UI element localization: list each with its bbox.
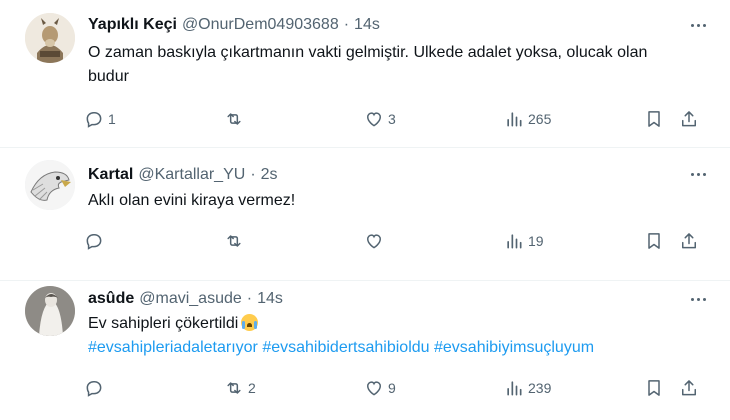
more-icon[interactable] [686, 18, 710, 32]
reply-button[interactable] [84, 230, 108, 252]
user-handle[interactable]: @Kartallar_YU [138, 166, 245, 184]
reply-button[interactable]: 1 [84, 108, 116, 130]
timestamp[interactable]: 14s [354, 16, 380, 34]
bookmark-button[interactable] [644, 377, 664, 399]
view-count: 19 [528, 233, 544, 249]
separator-dot: · [250, 166, 256, 183]
retweet-count: 2 [248, 380, 256, 396]
views-icon [507, 112, 522, 127]
tweet[interactable]: asûde @mavi_asude · 14s Ev sahipleri çök… [0, 281, 730, 420]
hashtag-links[interactable]: #evsahipleriadaletarıyor #evsahibidertsa… [88, 336, 690, 360]
bookmark-icon [648, 233, 660, 249]
tweet-header: Yapıklı Keçi @OnurDem04903688 · 14s [88, 14, 380, 36]
retweet-icon [227, 113, 241, 125]
views-icon [507, 381, 522, 396]
like-button[interactable]: 3 [364, 108, 396, 130]
retweet-button[interactable] [224, 108, 248, 130]
reply-button[interactable] [84, 377, 108, 399]
more-icon[interactable] [686, 292, 710, 306]
avatar[interactable] [25, 286, 75, 336]
share-icon [682, 380, 696, 396]
tweet-text-block: Ev sahipleri çökertildi #evsahipleriadal… [88, 312, 690, 360]
tweet-text: Ev sahipleri çökertildi [88, 315, 239, 332]
display-name[interactable]: Kartal [88, 166, 133, 184]
like-button[interactable] [364, 230, 388, 252]
like-count: 9 [388, 380, 396, 396]
tweet[interactable]: Yapıklı Keçi @OnurDem04903688 · 14s O za… [0, 0, 730, 148]
action-bar: 1 3 265 [84, 108, 710, 130]
avatar[interactable] [25, 160, 75, 210]
separator-dot: · [246, 290, 253, 307]
like-button[interactable]: 9 [364, 377, 396, 399]
tweet-text: Aklı olan evini kiraya vermez! [88, 192, 296, 209]
share-button[interactable] [679, 377, 699, 399]
tweet[interactable]: Kartal @Kartallar_YU · 2s Aklı olan evin… [0, 148, 730, 281]
avatar[interactable] [25, 13, 75, 63]
user-handle[interactable]: @OnurDem04903688 [182, 16, 339, 34]
bookmark-button[interactable] [644, 230, 664, 252]
heart-icon [366, 234, 382, 249]
retweet-icon [227, 235, 241, 247]
timestamp[interactable]: 2s [261, 166, 278, 184]
timestamp[interactable]: 14s [257, 290, 283, 308]
tweet-text: O zaman baskıyla çıkartmanın vakti gelmi… [88, 44, 648, 85]
display-name[interactable]: asûde [88, 290, 134, 308]
bookmark-icon [648, 111, 660, 127]
view-count: 265 [528, 111, 552, 127]
heart-icon [366, 381, 382, 396]
share-button[interactable] [679, 230, 699, 252]
view-count: 239 [528, 380, 552, 396]
crying-face-emoji [241, 314, 259, 331]
reply-icon [86, 234, 102, 250]
reply-icon [86, 381, 102, 397]
more-icon[interactable] [686, 167, 710, 181]
retweet-button[interactable] [224, 230, 248, 252]
retweet-button[interactable]: 2 [224, 377, 256, 399]
heart-icon [366, 112, 382, 127]
tweet-header: asûde @mavi_asude · 14s [88, 288, 283, 310]
user-handle[interactable]: @mavi_asude [139, 290, 242, 308]
bookmark-icon [648, 380, 660, 396]
separator-dot: · [343, 16, 350, 33]
reply-count: 1 [108, 111, 116, 127]
reply-icon [86, 112, 102, 128]
tweet-header: Kartal @Kartallar_YU · 2s [88, 164, 278, 186]
like-count: 3 [388, 111, 396, 127]
views-icon [507, 234, 522, 249]
share-button[interactable] [679, 108, 699, 130]
share-icon [682, 233, 696, 249]
share-icon [682, 111, 696, 127]
action-bar: 2 9 239 [84, 377, 710, 399]
display-name[interactable]: Yapıklı Keçi [88, 16, 177, 34]
retweet-icon [227, 382, 241, 394]
action-bar: 19 [84, 230, 710, 252]
views-button[interactable]: 265 [504, 108, 551, 130]
views-button[interactable]: 19 [504, 230, 544, 252]
views-button[interactable]: 239 [504, 377, 551, 399]
bookmark-button[interactable] [644, 108, 664, 130]
